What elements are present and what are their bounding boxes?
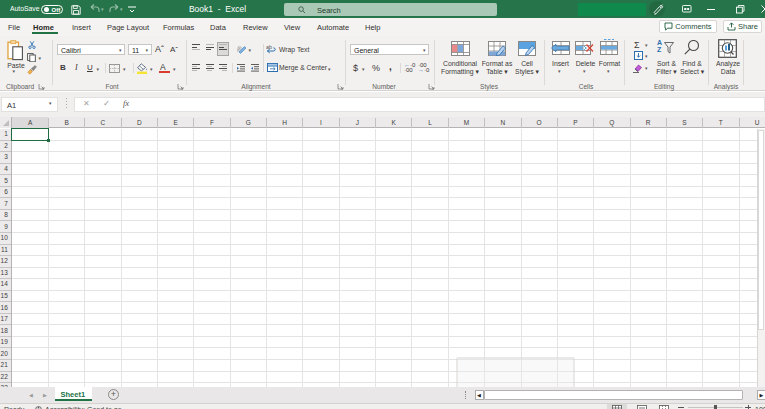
svg-text:ab: ab — [266, 44, 272, 50]
